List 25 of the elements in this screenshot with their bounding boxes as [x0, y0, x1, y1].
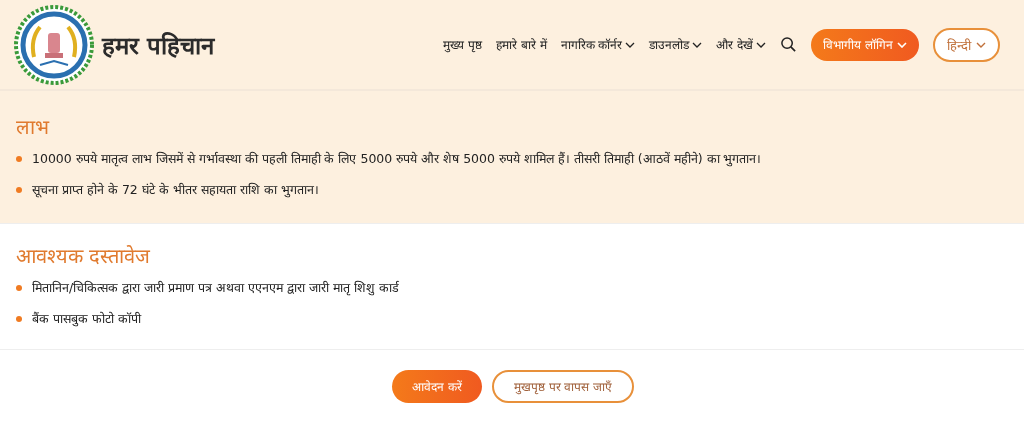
bullet-icon [16, 155, 22, 162]
section-heading: आवश्यक दस्तावेज [16, 243, 152, 269]
chevron-down-icon [692, 41, 703, 48]
nav-link[interactable]: हमारे बारे में [495, 36, 547, 53]
bullet-icon [16, 315, 22, 322]
chevron-down-icon [625, 41, 636, 48]
list-item-text: मितानिन/चिकित्सक द्वारा जारी प्रमाण पत्र अथवा एएनएम द्वारा जारी मातृ शिशु कार्ड [32, 279, 399, 296]
nav-link[interactable]: नागरिक कॉर्नर [560, 36, 636, 53]
search-icon[interactable] [780, 36, 798, 53]
bullet-icon [16, 186, 22, 193]
chevron-down-icon [756, 41, 767, 48]
site-title: हमर पहिचान [102, 31, 215, 61]
list-item-text: 10000 रुपये मातृत्व लाभ जिसमें से गर्भावस्था की पहली तिमाही के लिए 5000 रुपये और शेष 5000 रुपये शामिल हैं। तीसरी तिमाही (आठवें महीने) का भुगतान। [32, 150, 762, 167]
emblem-logo-icon [14, 4, 94, 85]
back-button[interactable]: मुखपृष्ठ पर वापस जाएँ [491, 370, 635, 403]
chevron-down-icon [976, 41, 986, 48]
chevron-down-icon [897, 41, 907, 48]
bullet-icon [16, 284, 22, 291]
nav-link[interactable]: और देखें [716, 36, 767, 53]
section-heading: लाभ [16, 114, 51, 140]
language-button[interactable]: हिन्दी [933, 27, 1000, 62]
list-item-text: बैंक पासबुक फोटो कॉपी [32, 310, 141, 327]
nav-link[interactable]: डाउनलोड [649, 36, 703, 53]
nav-link[interactable]: मुख्य पृष्ठ [443, 36, 482, 53]
list-item-text: सूचना प्राप्त होने के 72 घंटे के भीतर सहायता राशि का भुगतान। [32, 181, 319, 198]
